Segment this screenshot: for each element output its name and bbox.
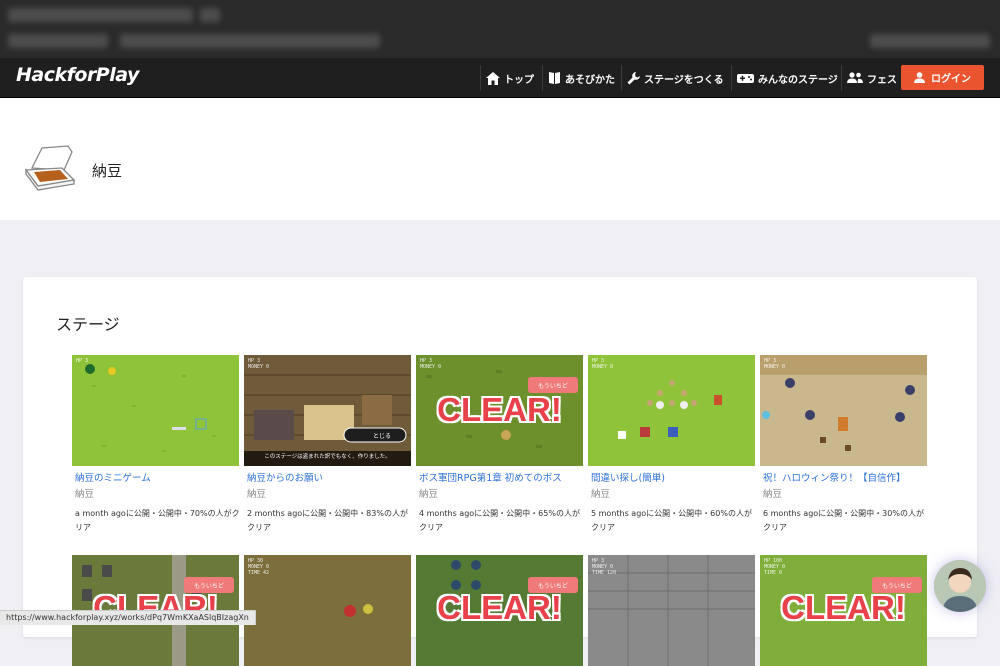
work-author[interactable]: 納豆 [247, 486, 266, 500]
top-navbar: HackforPlay トップ あそびかた ステージをつくる みんなのステージ … [0, 58, 1000, 98]
chat-avatar-icon [934, 560, 986, 612]
work-meta: 6 months agoに公開・公開中・30%の人がクリア [763, 509, 924, 532]
work-author[interactable]: 納豆 [419, 486, 438, 500]
game-hud: HP 3 MONEY 0 [420, 358, 442, 370]
work-author[interactable]: 納豆 [75, 486, 94, 500]
profile-name: 納豆 [92, 162, 123, 180]
section-title: ステージ [56, 315, 120, 334]
status-bar-url: https://www.hackforplay.xyz/works/dPq7Wm… [0, 610, 256, 625]
nav-item-label: あそびかた [565, 74, 615, 86]
profile-header: 納豆 [0, 98, 1000, 220]
user-icon [914, 72, 925, 83]
work-title[interactable]: 納豆のミニゲーム [75, 470, 151, 484]
work-thumbnail[interactable]: HP 30 MONEY 0 TIME 42 [244, 555, 411, 666]
work-thumbnail[interactable]: HP 3 MONEY 0 [760, 355, 927, 466]
work-title[interactable]: 納豆からのお願い [247, 470, 323, 484]
work-meta: 4 months agoに公開・公開中・65%の人がクリア [419, 509, 580, 532]
clear-stamp: CLEAR! [437, 391, 562, 428]
work-meta: 5 months agoに公開・公開中・60%の人がクリア [591, 509, 752, 532]
work-meta: a month agoに公開・公開中・70%の人がクリア [75, 509, 240, 532]
nav-item-stages[interactable]: みんなのステージ [731, 65, 838, 91]
nav-item-label: トップ [504, 74, 534, 86]
nav-item-fes[interactable]: フェス [841, 65, 897, 91]
game-hud: HP 3 MONEY 0 [764, 358, 786, 370]
game-hud: HP 3 MONEY 0 TIME 120 [592, 558, 617, 576]
nav-item-top[interactable]: トップ [480, 65, 534, 91]
work-author[interactable]: 納豆 [591, 486, 610, 500]
chat-avatar-button[interactable] [934, 560, 986, 612]
work-thumbnail[interactable]: HP 3 MONEY 0 このステージは盗まれた訳でもなく、作りました。 とじる [244, 355, 411, 466]
game-hud: HP 3 [76, 358, 89, 364]
work-author[interactable]: 納豆 [763, 486, 782, 500]
nav-item-create[interactable]: ステージをつくる [621, 65, 724, 91]
work-title[interactable]: ボス軍団RPG第1章 初めてのボス [419, 470, 562, 484]
home-icon [486, 71, 500, 85]
work-thumbnail[interactable]: もういちど CLEAR! [416, 555, 583, 666]
gamepad-icon [737, 73, 754, 83]
work-thumbnail[interactable]: HP 3 MONEY 0 TIME 120 [588, 555, 755, 666]
game-hud: HP 100 MONEY 0 TIME 0 [764, 558, 786, 576]
people-icon [847, 72, 863, 83]
work-thumbnail[interactable]: HP 3 MONEY 0 [588, 355, 755, 466]
clear-stamp: CLEAR! [781, 589, 906, 626]
wrench-icon [627, 71, 640, 84]
login-button[interactable]: ログイン [901, 65, 984, 90]
work-title[interactable]: 間違い探し(簡単) [591, 470, 665, 484]
game-hud: HP 3 MONEY 0 [248, 358, 270, 370]
natto-box-icon [24, 145, 76, 191]
site-logo[interactable]: HackforPlay [16, 64, 139, 86]
game-hud: HP 3 MONEY 0 [592, 358, 614, 370]
nav-item-label: ステージをつくる [644, 74, 724, 86]
login-label: ログイン [931, 74, 971, 85]
work-thumbnail[interactable]: HP 3 [72, 355, 239, 466]
game-hud: HP 30 MONEY 0 TIME 42 [248, 558, 270, 576]
dialog-close-button: とじる [372, 433, 391, 440]
stage-list-card: ステージ HP 3 納豆のミニゲーム 納豆 a month agoに公開・公開中… [23, 277, 977, 666]
work-meta: 2 months agoに公開・公開中・83%の人がクリア [247, 509, 408, 532]
nav-item-howto[interactable]: あそびかた [542, 65, 615, 91]
nav-item-label: みんなのステージ [758, 74, 838, 86]
clear-stamp: CLEAR! [437, 589, 562, 626]
work-title[interactable]: 祝！ハロウィン祭り！【自信作】 [763, 470, 906, 484]
browser-chrome [0, 0, 1000, 58]
work-thumbnail[interactable]: HP 3 MONEY 0 もういちど CLEAR! [416, 355, 583, 466]
nav-item-label: フェス [867, 74, 897, 86]
work-thumbnail[interactable]: HP 100 MONEY 0 TIME 0 もういちど CLEAR! [760, 555, 927, 666]
dialog-caption: このステージは盗まれた訳でもなく、作りました。 [264, 454, 391, 460]
book-icon [549, 72, 560, 84]
